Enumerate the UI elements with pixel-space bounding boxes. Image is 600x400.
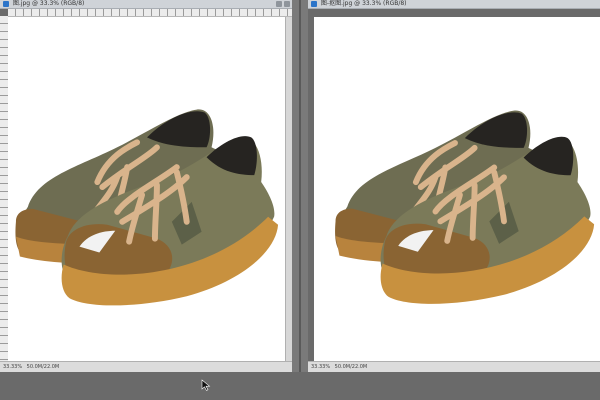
canvas-left[interactable] bbox=[8, 17, 286, 362]
minimize-icon[interactable] bbox=[276, 1, 282, 7]
zoom-level-right[interactable]: 33.33% bbox=[311, 364, 330, 370]
close-icon[interactable] bbox=[284, 1, 290, 7]
document-icon bbox=[311, 1, 317, 7]
status-bar-right: 33.33% 50.0M/22.0M bbox=[308, 361, 600, 372]
document-icon bbox=[3, 1, 9, 7]
document-title-left: 图.jpg @ 33.3% (RGB/8) bbox=[12, 0, 85, 7]
cursor-arrow-icon bbox=[201, 379, 211, 391]
status-bar-left: 33.33% 50.0M/22.0M bbox=[0, 361, 292, 372]
horizontal-ruler[interactable] bbox=[8, 9, 292, 17]
document-tab-left[interactable]: 图.jpg @ 33.3% (RGB/8) bbox=[0, 0, 292, 9]
zoom-level-left[interactable]: 33.33% bbox=[3, 364, 22, 370]
window-divider[interactable] bbox=[292, 0, 308, 372]
document-window-left[interactable]: 图.jpg @ 33.3% (RGB/8) 33.33% 50.0M/22.0M bbox=[0, 0, 292, 372]
vertical-scrollbar-left[interactable] bbox=[285, 17, 292, 362]
document-title-right: 图-抠图.jpg @ 33.3% (RGB/8) bbox=[320, 0, 407, 7]
canvas-right[interactable] bbox=[314, 17, 600, 362]
document-window-right[interactable]: 图-抠图.jpg @ 33.3% (RGB/8) 33.33% 50.0M/22… bbox=[308, 0, 600, 372]
divider-handle[interactable] bbox=[299, 0, 301, 372]
doc-size-left: 50.0M/22.0M bbox=[26, 364, 60, 370]
sneaker-image-original bbox=[15, 109, 279, 306]
sneaker-image-cutout bbox=[335, 110, 595, 304]
document-tab-right[interactable]: 图-抠图.jpg @ 33.3% (RGB/8) bbox=[308, 0, 600, 9]
doc-size-right: 50.0M/22.0M bbox=[334, 364, 368, 370]
